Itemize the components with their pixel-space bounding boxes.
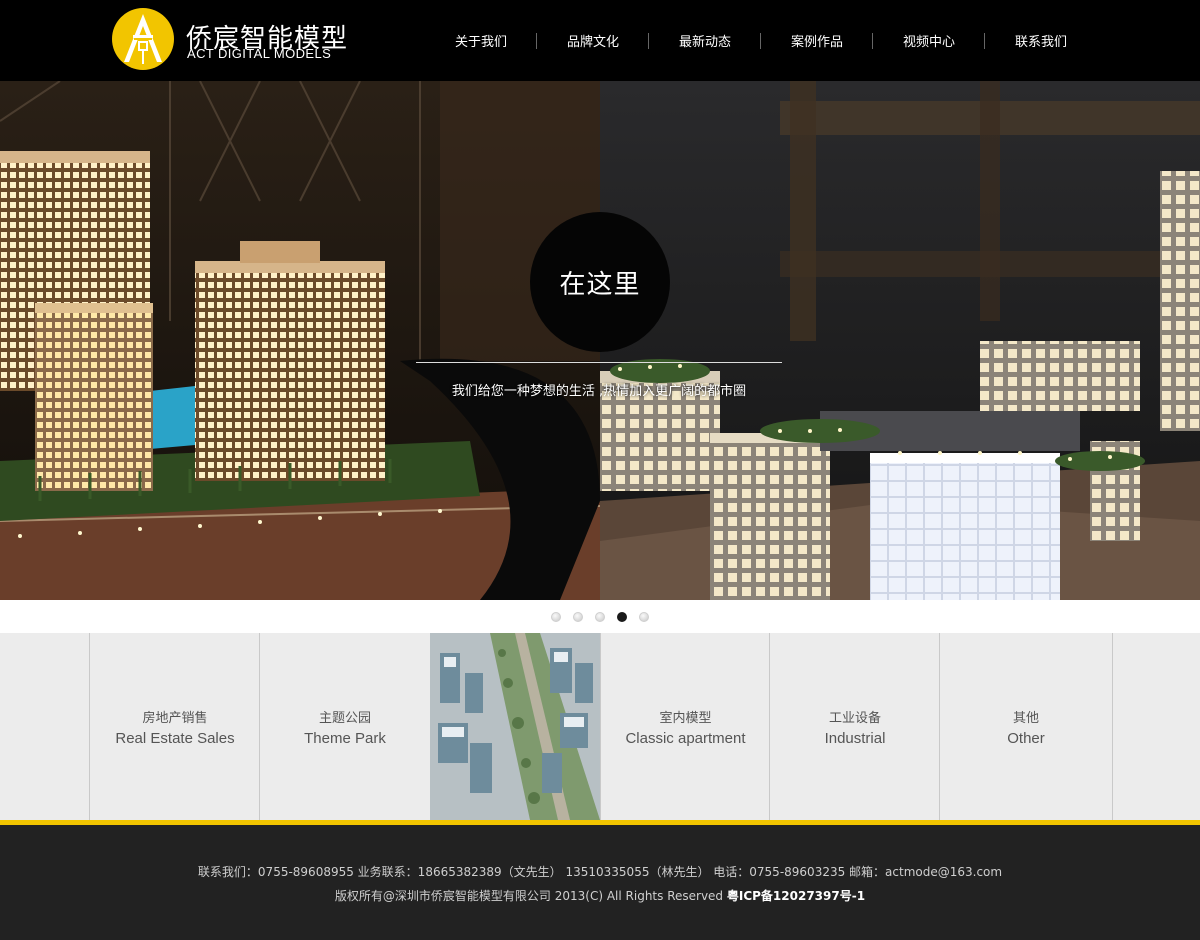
hero-image-right (600, 81, 1200, 600)
category-industrial[interactable]: 工业设备 Industrial (769, 633, 940, 820)
nav-item-cases[interactable]: 案例作品 (761, 31, 873, 50)
slider-pagination (0, 600, 1200, 633)
category-label-cn: 工业设备 (828, 710, 881, 726)
category-label-en: Theme Park (304, 729, 386, 747)
hero-banner[interactable]: 在这里 我们给您一种梦想的生活 ,热情加入更广阔的都市圈 (0, 81, 1200, 600)
nav-item-label: 视频中心 (902, 35, 955, 50)
category-label-en: Classic apartment (625, 729, 746, 747)
logo-emblem-icon (112, 8, 174, 70)
nav-item-label: 联系我们 (1014, 35, 1067, 50)
nav-item-about[interactable]: 关于我们 (425, 31, 537, 50)
slider-dot[interactable] (639, 611, 649, 622)
nav-item-label: 最新动态 (678, 35, 731, 50)
category-label-en: Other (1007, 729, 1045, 747)
brand-name-en: ACT DIGITAL MODELS (187, 46, 332, 61)
brand-logo[interactable]: 侨宸智能模型 ACT DIGITAL MODELS (112, 8, 352, 72)
nav-item-news[interactable]: 最新动态 (649, 31, 761, 50)
footer-copyright: 版权所有@深圳市侨宸智能模型有限公司 2013(C) All Rights Re… (334, 889, 727, 903)
nav-item-label: 品牌文化 (566, 35, 619, 50)
footer-contact: 联系我们：0755-89608955 业务联系：18665382389（文先生）… (197, 865, 1003, 879)
hero-image-left (0, 81, 600, 600)
category-label-cn: 房地产销售 (142, 710, 208, 726)
slider-dot-active[interactable] (617, 611, 627, 622)
icp-link[interactable]: 粤ICP备12027397号-1 (727, 889, 865, 903)
hero-subtitle: 我们给您一种梦想的生活 ,热情加入更广阔的都市圈 (451, 384, 747, 399)
category-interior[interactable]: 室内模型 Classic apartment (600, 633, 770, 820)
category-theme-park[interactable]: 主题公园 Theme Park (259, 633, 430, 820)
nav-item-label: 案例作品 (790, 35, 843, 50)
category-label-en: Real Estate Sales (115, 729, 235, 747)
hero-title: 在这里 (559, 269, 641, 300)
nav-item-video[interactable]: 视频中心 (873, 31, 985, 50)
category-featured-image[interactable] (430, 633, 600, 820)
hero-divider (416, 362, 782, 363)
hero-title-badge: 在这里 (530, 212, 670, 352)
category-label-en: Industrial (824, 729, 886, 747)
nav-item-contact[interactable]: 联系我们 (985, 31, 1097, 50)
category-label-cn: 室内模型 (659, 710, 712, 726)
category-real-estate[interactable]: 房地产销售 Real Estate Sales (89, 633, 260, 820)
category-label-cn: 其他 (1012, 710, 1039, 726)
footer-copyright-line: 版权所有@深圳市侨宸智能模型有限公司 2013(C) All Rights Re… (0, 887, 1200, 904)
nav-item-brand-culture[interactable]: 品牌文化 (537, 31, 649, 50)
main-nav: 关于我们 品牌文化 最新动态 案例作品 视频中心 联系我们 (425, 0, 1097, 81)
category-label-cn: 主题公园 (318, 710, 371, 726)
slider-dot[interactable] (551, 611, 561, 622)
nav-item-label: 关于我们 (454, 35, 507, 50)
category-strip: 房地产销售 Real Estate Sales 主题公园 Theme Park (0, 633, 1200, 820)
slider-dot[interactable] (595, 611, 605, 622)
category-other[interactable]: 其他 Other (939, 633, 1113, 820)
slider-dot[interactable] (573, 611, 583, 622)
site-header: 侨宸智能模型 ACT DIGITAL MODELS 关于我们 品牌文化 最新动态… (0, 0, 1200, 81)
site-footer: 联系我们：0755-89608955 业务联系：18665382389（文先生）… (0, 825, 1200, 940)
